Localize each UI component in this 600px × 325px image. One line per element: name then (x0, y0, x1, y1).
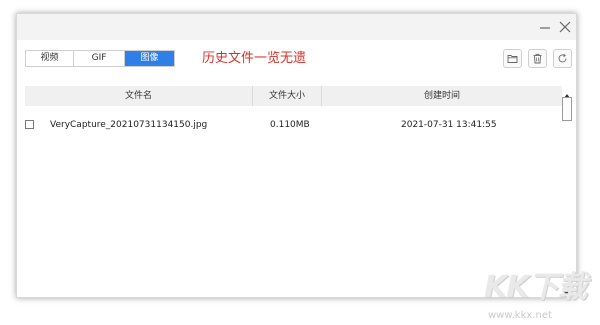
column-header-filename[interactable]: 文件名 (25, 86, 253, 106)
folder-icon (507, 55, 518, 63)
delete-button[interactable] (528, 49, 547, 68)
file-table-header: 文件名 文件大小 创建时间 (25, 86, 562, 106)
open-folder-button[interactable] (503, 49, 522, 68)
row-checkbox[interactable] (25, 120, 34, 129)
column-header-filesize[interactable]: 文件大小 (253, 86, 322, 106)
site-watermark: KK下载 www.kkx.net (478, 262, 598, 322)
window-titlebar (17, 14, 576, 40)
history-window: 视频 GIF 图像 历史文件一览无遗 文件名 文件大小 创建时间 VeryCap… (16, 13, 577, 298)
refresh-icon (558, 53, 567, 63)
media-type-tabs: 视频 GIF 图像 (25, 50, 175, 67)
tab-video[interactable]: 视频 (26, 51, 74, 66)
minimize-icon[interactable] (536, 18, 554, 36)
history-caption: 历史文件一览无遗 (202, 51, 307, 66)
scroll-up-arrow-icon[interactable] (562, 86, 572, 98)
file-name-cell: VeryCapture_20210731134150.jpg (50, 120, 208, 130)
scrollbar-thumb[interactable] (562, 97, 572, 121)
refresh-button[interactable] (553, 49, 572, 68)
watermark-url: www.kkx.net (488, 310, 552, 321)
table-row[interactable]: VeryCapture_20210731134150.jpg 0.110MB 2… (25, 117, 562, 133)
close-icon[interactable] (556, 18, 574, 36)
screenshot-canvas: 视频 GIF 图像 历史文件一览无遗 文件名 文件大小 创建时间 VeryCap… (0, 0, 600, 325)
created-time-cell: 2021-07-31 13:41:55 (401, 120, 497, 130)
tab-gif[interactable]: GIF (74, 51, 125, 66)
trash-icon (533, 53, 542, 64)
column-header-created[interactable]: 创建时间 (322, 86, 562, 106)
file-size-cell: 0.110MB (270, 120, 310, 130)
tab-image[interactable]: 图像 (125, 51, 174, 66)
watermark-logo: KK下载 (484, 270, 587, 305)
